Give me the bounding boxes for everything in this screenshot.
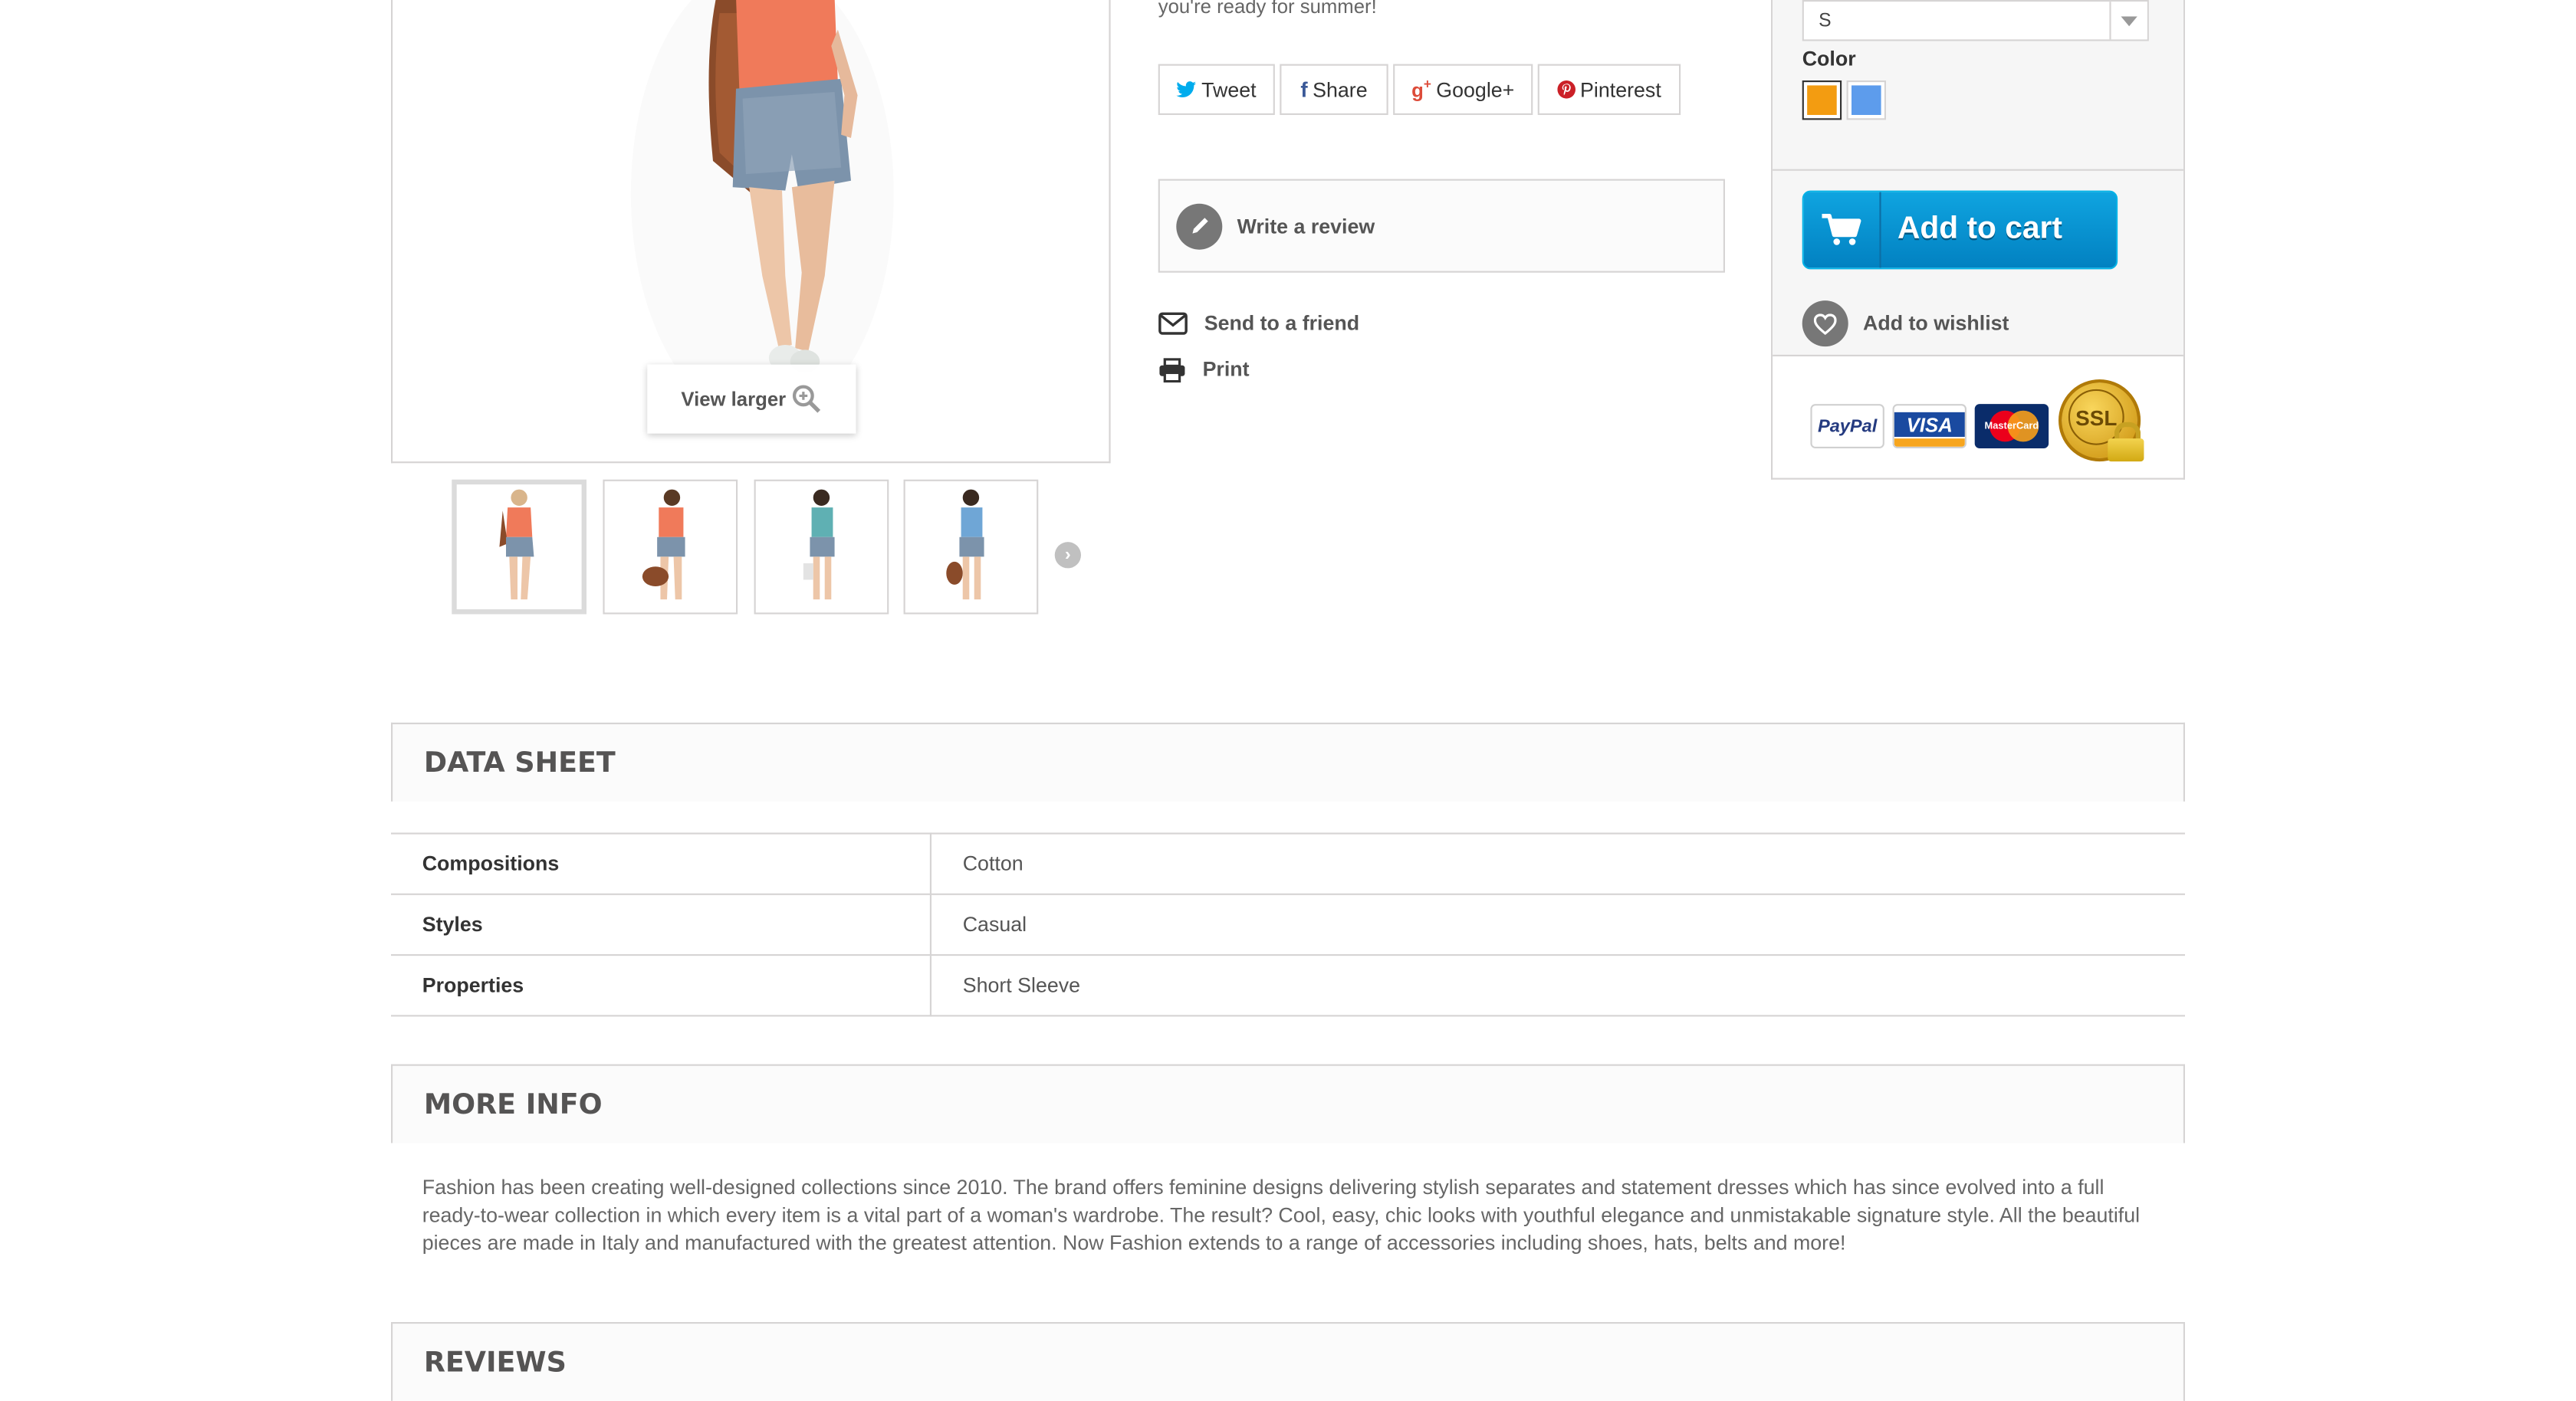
add-to-cart-label: Add to cart [1898, 212, 2062, 247]
thumbnail-1[interactable] [452, 479, 586, 615]
data-sheet-key: Properties [390, 953, 932, 1017]
color-swatch-blue-fill [1852, 85, 1881, 115]
google-plus-icon: g+ [1411, 77, 1431, 102]
thumbnail-model-image [499, 489, 534, 600]
tweet-button[interactable]: Tweet [1158, 64, 1275, 115]
thumbnail-model-image [642, 489, 685, 600]
facebook-share-button[interactable]: f Share [1280, 64, 1388, 115]
data-sheet-key: Compositions [390, 832, 932, 895]
visa-logo-stripe [1894, 438, 1965, 447]
add-to-wishlist-button[interactable]: Add to wishlist [1802, 300, 2009, 347]
thumbnail-model-image [803, 489, 835, 600]
product-page: View larger › you're ready for summer! T… [0, 0, 2576, 1401]
table-row: Styles Casual [390, 893, 2185, 956]
data-sheet-heading: DATA SHEET [390, 722, 2185, 802]
visa-logo-text: VISA [1906, 412, 1953, 436]
size-select[interactable]: S [1802, 0, 2149, 41]
mastercard-logo-text: MasterCard [1984, 421, 2039, 431]
table-row: Compositions Cotton [390, 832, 2185, 895]
ssl-badge: SSL [2058, 379, 2147, 464]
color-swatch-orange[interactable] [1802, 80, 1842, 120]
description-tail: you're ready for summer! [1158, 0, 1377, 18]
twitter-icon [1176, 81, 1197, 97]
facebook-icon: f [1300, 77, 1308, 102]
write-review-label: Write a review [1237, 214, 1375, 238]
tweet-label: Tweet [1201, 77, 1257, 101]
print-label: Print [1202, 358, 1250, 382]
send-to-friend-label: Send to a friend [1204, 312, 1360, 336]
data-sheet-key: Styles [390, 893, 932, 956]
more-info-text: Fashion has been creating well-designed … [422, 1176, 2141, 1255]
add-to-wishlist-label: Add to wishlist [1863, 312, 2009, 336]
google-plus-label: Google+ [1436, 77, 1515, 101]
paypal-logo-text: PayPal [1817, 416, 1878, 436]
send-to-friend-link[interactable]: Send to a friend [1158, 309, 1359, 339]
paypal-logo: PayPal [1810, 404, 1884, 448]
thumbnail-2[interactable] [603, 479, 738, 615]
more-info-heading: MORE INFO [390, 1064, 2185, 1143]
reviews-title: REVIEWS [423, 1347, 567, 1380]
visa-logo: VISA [1892, 404, 1967, 448]
cart-icon [1804, 192, 1881, 268]
google-plus-button[interactable]: g+ Google+ [1393, 64, 1533, 115]
heart-icon [1802, 300, 1848, 347]
pinterest-label: Pinterest [1580, 77, 1661, 101]
color-swatch-orange-fill [1807, 85, 1837, 115]
data-sheet-value: Casual [930, 893, 2185, 956]
chevron-right-icon[interactable]: › [1054, 542, 1081, 569]
zoom-in-icon [793, 385, 821, 413]
pinterest-button[interactable]: Pinterest [1537, 64, 1681, 115]
lock-icon [2108, 422, 2144, 462]
color-label: Color [1802, 48, 1856, 71]
thumbnail-model-image [946, 489, 984, 600]
color-swatch-blue[interactable] [1846, 80, 1886, 120]
thumbnail-4[interactable] [903, 479, 1039, 615]
table-row: Properties Short Sleeve [390, 953, 2185, 1017]
mastercard-logo: MasterCard [1974, 404, 2049, 448]
size-select-value: S [1819, 10, 1832, 31]
chevron-down-icon [2109, 2, 2147, 40]
data-sheet-value: Short Sleeve [930, 953, 2185, 1017]
more-info-title: MORE INFO [423, 1088, 603, 1121]
print-link[interactable]: Print [1158, 355, 1250, 385]
pencil-icon [1176, 202, 1223, 249]
share-label: Share [1313, 77, 1368, 101]
view-larger-label: View larger [681, 387, 787, 411]
printer-icon [1159, 357, 1185, 382]
pinterest-icon [1557, 80, 1576, 99]
add-to-cart-button[interactable]: Add to cart [1802, 190, 2118, 270]
thumbnail-3[interactable] [754, 479, 889, 615]
view-larger-button[interactable]: View larger [647, 364, 856, 434]
reviews-heading: REVIEWS [390, 1322, 2185, 1401]
envelope-icon [1158, 312, 1188, 335]
data-sheet-value: Cotton [930, 832, 2185, 895]
data-sheet-table: Compositions Cotton Styles Casual Proper… [390, 832, 2185, 1017]
data-sheet-title: DATA SHEET [423, 746, 616, 779]
write-review-button[interactable]: Write a review [1158, 179, 1725, 273]
